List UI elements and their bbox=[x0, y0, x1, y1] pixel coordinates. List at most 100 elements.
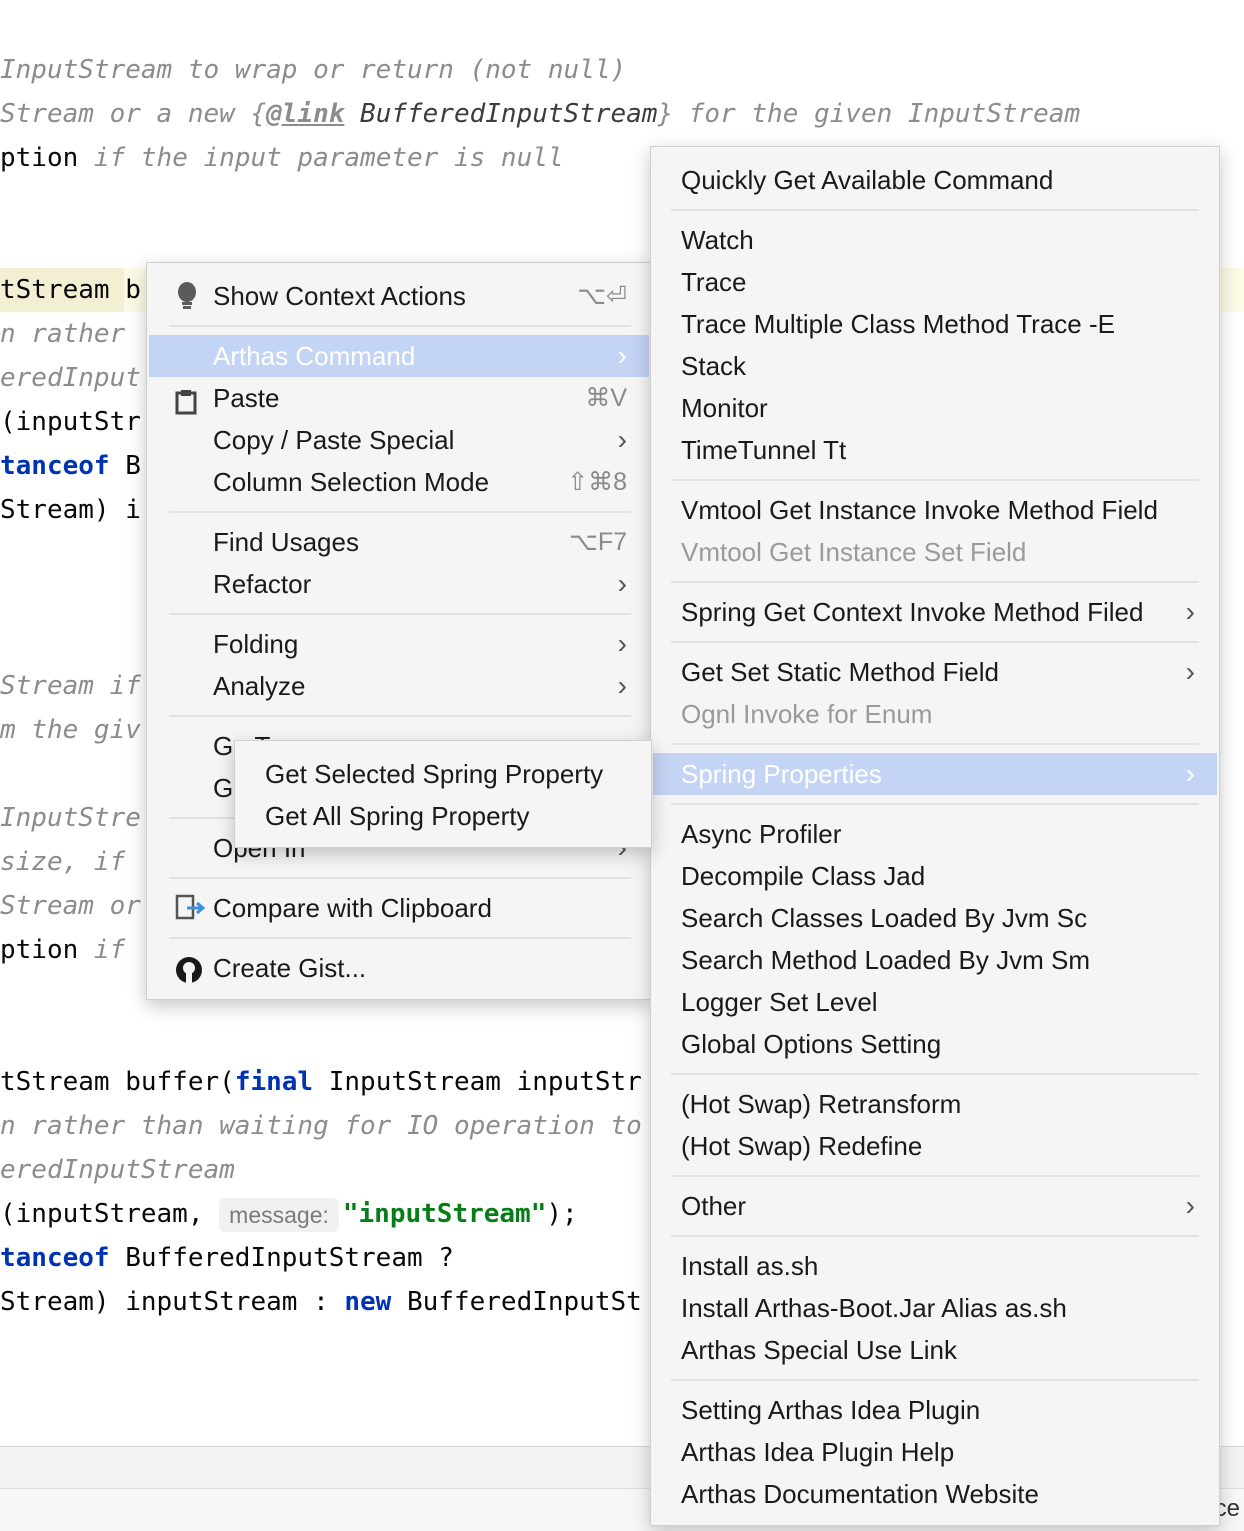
menu-item-copy-paste-special[interactable]: Copy / Paste Special › bbox=[149, 419, 649, 461]
menu-item-label: Decompile Class Jad bbox=[681, 861, 926, 891]
menu-item-get-all-spring-property[interactable]: Get All Spring Property bbox=[237, 795, 649, 837]
code-line: Stream or bbox=[0, 884, 141, 928]
code-line: (inputStr bbox=[0, 400, 141, 444]
lightbulb-icon bbox=[175, 281, 199, 323]
menu-item-label: Trace bbox=[681, 267, 747, 297]
code-line: tanceof B bbox=[0, 444, 141, 488]
menu-item-decompile-class-jad[interactable]: Decompile Class Jad bbox=[653, 855, 1217, 897]
menu-separator bbox=[671, 641, 1199, 643]
code-token: n rather bbox=[0, 319, 126, 349]
menu-item-label: Vmtool Get Instance Set Field bbox=[681, 537, 1027, 567]
menu-item-label: Find Usages bbox=[213, 527, 359, 557]
menu-item-get-selected-spring-property[interactable]: Get Selected Spring Property bbox=[237, 753, 649, 795]
menu-item-get-set-static-method-field[interactable]: Get Set Static Method Field › bbox=[653, 651, 1217, 693]
menu-item-spring-properties[interactable]: Spring Properties › bbox=[653, 753, 1217, 795]
code-line: eredInput bbox=[0, 356, 141, 400]
menu-item-show-context-actions[interactable]: Show Context Actions ⌥⏎ bbox=[149, 275, 649, 317]
menu-item-async-profiler[interactable]: Async Profiler bbox=[653, 813, 1217, 855]
code-line: ption if bbox=[0, 928, 125, 972]
code-line: m the giv bbox=[0, 708, 141, 752]
menu-item-label: Spring Get Context Invoke Method Filed bbox=[681, 597, 1144, 627]
code-line: Stream or a new {@link BufferedInputStre… bbox=[0, 92, 1080, 136]
code-line: tanceof BufferedInputStream ? bbox=[0, 1236, 454, 1280]
menu-item-paste[interactable]: Paste ⌘V bbox=[149, 377, 649, 419]
code-line: Stream if bbox=[0, 664, 141, 708]
menu-item-install-as-sh[interactable]: Install as.sh bbox=[653, 1245, 1217, 1287]
menu-item-compare-with-clipboard[interactable]: Compare with Clipboard bbox=[149, 887, 649, 929]
menu-item-hot-swap-retransform[interactable]: (Hot Swap) Retransform bbox=[653, 1083, 1217, 1125]
menu-item-stack[interactable]: Stack bbox=[653, 345, 1217, 387]
code-token: eredInputStream bbox=[0, 1155, 235, 1185]
code-line: Stream) i bbox=[0, 488, 141, 532]
menu-item-timetunnel-tt[interactable]: TimeTunnel Tt bbox=[653, 429, 1217, 471]
menu-item-monitor[interactable]: Monitor bbox=[653, 387, 1217, 429]
menu-item-trace-multiple-class-method-trace-e[interactable]: Trace Multiple Class Method Trace -E bbox=[653, 303, 1217, 345]
menu-item-arthas-special-use-link[interactable]: Arthas Special Use Link bbox=[653, 1329, 1217, 1371]
code-token: InputStream to wrap or return (not null) bbox=[0, 55, 627, 85]
menu-item-arthas-idea-plugin-help[interactable]: Arthas Idea Plugin Help bbox=[653, 1431, 1217, 1473]
menu-item-label: Monitor bbox=[681, 393, 768, 423]
menu-separator bbox=[169, 325, 631, 327]
compare-icon bbox=[175, 893, 206, 935]
menu-item-label: Show Context Actions bbox=[213, 281, 466, 311]
menu-item-label: (Hot Swap) Retransform bbox=[681, 1089, 962, 1119]
code-token: m the giv bbox=[0, 715, 141, 745]
code-token: size, if bbox=[0, 847, 126, 877]
menu-item-setting-arthas-idea-plugin[interactable]: Setting Arthas Idea Plugin bbox=[653, 1389, 1217, 1431]
menu-item-search-method-loaded-by-jvm-sm[interactable]: Search Method Loaded By Jvm Sm bbox=[653, 939, 1217, 981]
code-token: BufferedInputStream bbox=[344, 99, 658, 129]
menu-item-label: Stack bbox=[681, 351, 747, 381]
menu-item-install-arthas-boot-jar-alias-as-sh[interactable]: Install Arthas-Boot.Jar Alias as.sh bbox=[653, 1287, 1217, 1329]
menu-item-label: Create Gist... bbox=[213, 953, 367, 983]
menu-item-find-usages[interactable]: Find Usages ⌥F7 bbox=[149, 521, 649, 563]
chevron-right-icon: › bbox=[1185, 1190, 1195, 1221]
menu-item-refactor[interactable]: Refactor › bbox=[149, 563, 649, 605]
chevron-right-icon: › bbox=[617, 568, 627, 599]
menu-item-hot-swap-redefine[interactable]: (Hot Swap) Redefine bbox=[653, 1125, 1217, 1167]
menu-item-arthas-command[interactable]: Arthas Command › bbox=[149, 335, 649, 377]
menu-item-arthas-documentation-website[interactable]: Arthas Documentation Website bbox=[653, 1473, 1217, 1515]
code-token: ption bbox=[0, 143, 79, 173]
menu-item-label: Trace Multiple Class Method Trace -E bbox=[681, 309, 1115, 339]
menu-item-column-selection-mode[interactable]: Column Selection Mode ⇧⌘8 bbox=[149, 461, 649, 503]
menu-item-label: Folding bbox=[213, 629, 299, 659]
menu-item-analyze[interactable]: Analyze › bbox=[149, 665, 649, 707]
code-line: ption if the input parameter is null bbox=[0, 136, 564, 180]
menu-item-label: Arthas Special Use Link bbox=[681, 1335, 958, 1365]
code-token: final bbox=[234, 1067, 314, 1097]
code-token: @link bbox=[266, 99, 345, 129]
menu-item-create-gist[interactable]: Create Gist... bbox=[149, 947, 649, 989]
menu-item-ognl-invoke-for-enum: Ognl Invoke for Enum bbox=[653, 693, 1217, 735]
menu-item-label: Compare with Clipboard bbox=[213, 893, 492, 923]
code-line: size, if bbox=[0, 840, 125, 884]
menu-separator bbox=[671, 1379, 1199, 1381]
chevron-right-icon: › bbox=[617, 628, 627, 659]
menu-item-vmtool-get-instance-invoke-method-field[interactable]: Vmtool Get Instance Invoke Method Field bbox=[653, 489, 1217, 531]
menu-item-watch[interactable]: Watch bbox=[653, 219, 1217, 261]
menu-item-trace[interactable]: Trace bbox=[653, 261, 1217, 303]
menu-item-global-options-setting[interactable]: Global Options Setting bbox=[653, 1023, 1217, 1065]
menu-separator bbox=[671, 479, 1199, 481]
menu-item-label: Get Set Static Method Field bbox=[681, 657, 999, 687]
menu-item-folding[interactable]: Folding › bbox=[149, 623, 649, 665]
code-token: if bbox=[78, 935, 126, 965]
menu-item-search-classes-loaded-by-jvm-sc[interactable]: Search Classes Loaded By Jvm Sc bbox=[653, 897, 1217, 939]
menu-item-label: TimeTunnel Tt bbox=[681, 435, 847, 465]
code-token: ption bbox=[0, 935, 79, 965]
menu-item-label: Install Arthas-Boot.Jar Alias as.sh bbox=[681, 1293, 1067, 1323]
code-token: tanceof bbox=[0, 1243, 110, 1273]
menu-item-label: Watch bbox=[681, 225, 754, 255]
menu-item-logger-set-level[interactable]: Logger Set Level bbox=[653, 981, 1217, 1023]
code-token: InputStream inputStr bbox=[313, 1067, 642, 1097]
menu-item-quickly-get-available-command[interactable]: Quickly Get Available Command bbox=[653, 159, 1217, 201]
menu-item-spring-get-context-invoke-method-filed[interactable]: Spring Get Context Invoke Method Filed › bbox=[653, 591, 1217, 633]
chevron-right-icon: › bbox=[617, 424, 627, 455]
editor-context-menu: Show Context Actions ⌥⏎ Arthas Command › Pas… bbox=[146, 262, 652, 1000]
menu-item-other[interactable]: Other › bbox=[653, 1185, 1217, 1227]
menu-item-label: Analyze bbox=[213, 671, 306, 701]
menu-separator bbox=[169, 715, 631, 717]
code-token: BufferedInputStream ? bbox=[109, 1243, 454, 1273]
menu-separator bbox=[671, 1175, 1199, 1177]
chevron-right-icon: › bbox=[1185, 656, 1195, 687]
code-token: new bbox=[344, 1287, 392, 1317]
